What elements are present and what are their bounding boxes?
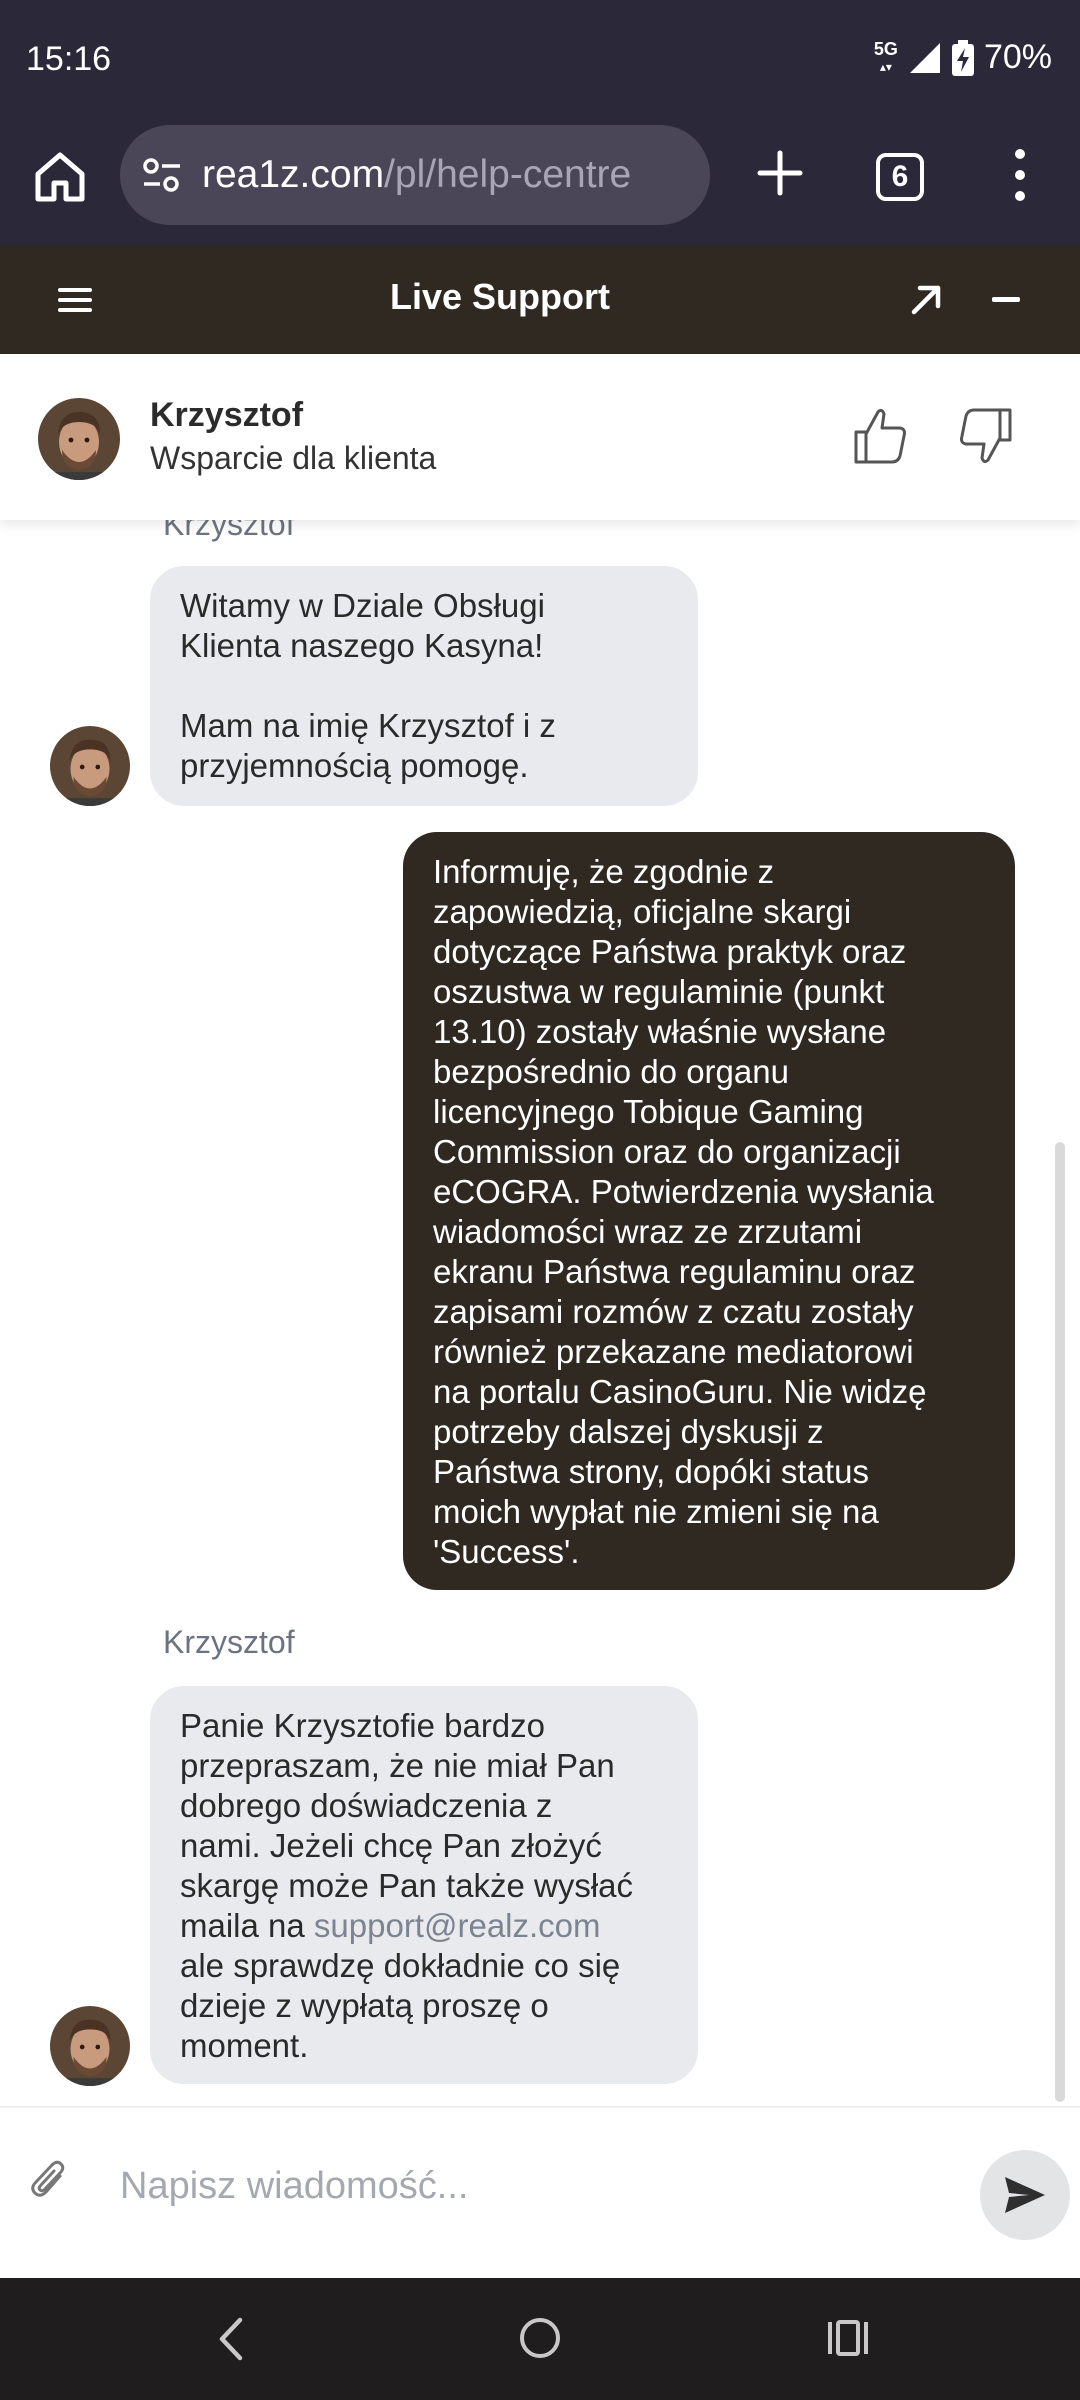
agent-role: Wsparcie dla klienta xyxy=(150,440,437,476)
system-nav-bar xyxy=(0,2278,1080,2400)
agent-avatar xyxy=(50,2006,130,2086)
user-message-bubble: Informuję, że zgodnie z zapowiedzią, ofi… xyxy=(403,832,1015,1590)
status-bar: 15:16 5G ▴▾ 70% xyxy=(0,0,1080,120)
thumb-up-icon[interactable] xyxy=(852,406,908,466)
message-list[interactable]: Krzysztof Witamy w Dziale Obsługi Klient… xyxy=(0,520,1080,2106)
recents-icon[interactable] xyxy=(826,2318,870,2358)
thumb-down-icon[interactable] xyxy=(958,406,1014,466)
agent-avatar xyxy=(50,726,130,806)
message-input[interactable] xyxy=(120,2146,960,2226)
send-button[interactable] xyxy=(980,2150,1070,2240)
status-time: 15:16 xyxy=(26,40,112,78)
chat-header: Live Support xyxy=(0,246,1080,354)
tune-icon[interactable] xyxy=(140,153,184,197)
support-email-link[interactable]: support@realz.com xyxy=(314,1907,601,1944)
battery-percent: 70% xyxy=(983,38,1052,76)
message-composer xyxy=(0,2106,1080,2278)
address-bar[interactable]: rea1z.com/pl/help-centre xyxy=(120,125,710,225)
agent-message-bubble: Witamy w Dziale Obsługi Klienta naszego … xyxy=(150,566,698,806)
sender-label: Krzysztof xyxy=(163,1624,295,1660)
paperclip-icon[interactable] xyxy=(30,2158,70,2204)
home-icon[interactable] xyxy=(30,147,90,207)
agent-avatar xyxy=(38,398,120,480)
url-text[interactable]: rea1z.com/pl/help-centre xyxy=(202,153,631,197)
minus-icon[interactable] xyxy=(986,296,1026,304)
home-circle-icon[interactable] xyxy=(520,2318,560,2358)
agent-message-bubble: Panie Krzysztofie bardzo przepraszam, że… xyxy=(150,1686,698,2084)
signal-icon xyxy=(909,42,940,73)
browser-toolbar: rea1z.com/pl/help-centre 6 xyxy=(0,120,1080,246)
sender-label: Krzysztof xyxy=(163,520,295,542)
send-icon xyxy=(1005,2177,1045,2213)
chat-title: Live Support xyxy=(389,276,610,317)
status-indicators: 5G ▴▾ 70% xyxy=(874,38,1052,77)
back-icon[interactable] xyxy=(212,2314,252,2364)
agent-info-bar: Krzysztof Wsparcie dla klienta xyxy=(0,354,1080,520)
more-vert-icon[interactable] xyxy=(1000,142,1040,208)
plus-icon[interactable] xyxy=(750,143,810,203)
battery-charging-icon xyxy=(951,39,974,76)
agent-name: Krzysztof xyxy=(150,396,304,434)
network-type-label: 5G ▴▾ xyxy=(873,38,898,74)
scrollbar[interactable] xyxy=(1055,1142,1065,2102)
tab-switcher-button[interactable]: 6 xyxy=(876,153,924,201)
arrow-up-right-icon[interactable] xyxy=(906,278,948,320)
